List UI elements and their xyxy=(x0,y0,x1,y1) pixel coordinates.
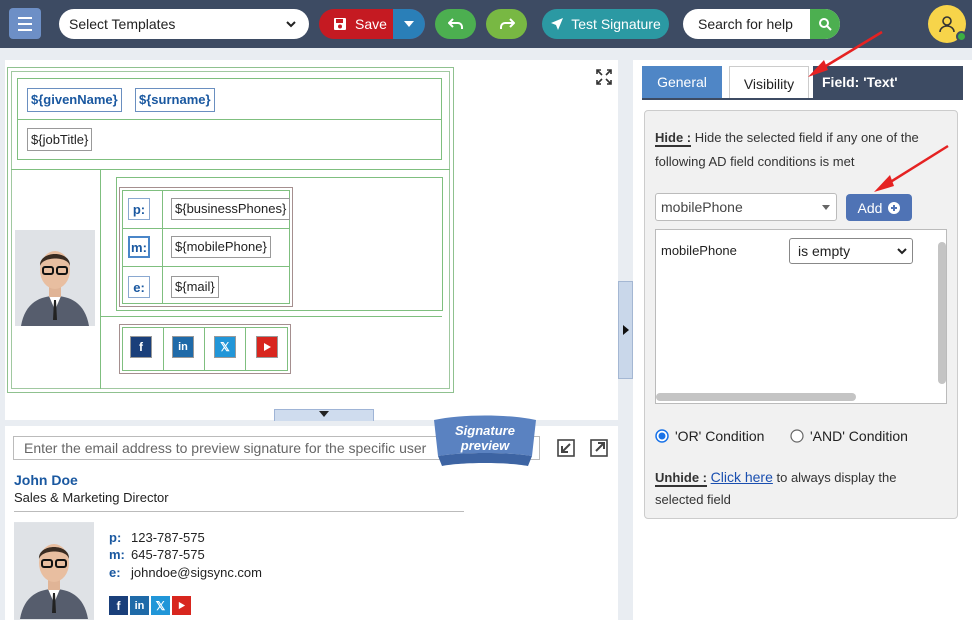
ribbon-line-1: Signature xyxy=(455,423,515,438)
divider xyxy=(204,327,205,371)
plus-circle-icon xyxy=(888,201,901,214)
linkedin-icon[interactable]: in xyxy=(172,336,194,358)
chevron-down-icon xyxy=(897,248,907,255)
preview-photo xyxy=(14,522,94,620)
caret-down-icon xyxy=(404,21,414,27)
divider xyxy=(11,169,450,170)
youtube-icon[interactable] xyxy=(172,596,191,615)
tab-general[interactable]: General xyxy=(642,66,722,98)
vertical-scrollbar[interactable] xyxy=(938,242,946,384)
help-search-input[interactable]: Search for help xyxy=(698,16,793,32)
divider xyxy=(163,327,164,371)
preview-mobile: 645-787-575 xyxy=(131,547,205,562)
linkedin-icon[interactable]: in xyxy=(130,596,149,615)
undo-icon xyxy=(447,18,463,29)
floppy-disk-icon xyxy=(334,18,346,30)
signature-preview-pane: Enter the email address to preview signa… xyxy=(5,415,618,620)
preview-name: John Doe xyxy=(14,472,78,488)
or-condition-label: 'OR' Condition xyxy=(675,428,765,444)
condition-operator-value: is empty xyxy=(798,243,851,259)
panel-collapse-handle[interactable] xyxy=(618,281,633,379)
divider xyxy=(162,190,163,304)
play-icon xyxy=(178,601,186,610)
preview-phone-label: p: xyxy=(109,530,122,545)
surname-field[interactable]: ${surname} xyxy=(135,88,215,112)
x-twitter-icon[interactable]: 𝕏 xyxy=(151,596,170,615)
and-condition-option[interactable]: 'AND' Condition xyxy=(790,428,908,444)
preview-mobile-label: m: xyxy=(109,547,125,562)
collapse-preview-toggle[interactable] xyxy=(274,409,374,421)
chevron-down-icon xyxy=(286,21,296,28)
test-signature-button[interactable]: Test Signature xyxy=(542,9,669,39)
save-button[interactable]: Save xyxy=(319,9,425,39)
phone-label[interactable]: p: xyxy=(128,198,150,220)
preview-email: johndoe@sigsync.com xyxy=(131,565,262,580)
and-condition-label: 'AND' Condition xyxy=(810,428,908,444)
radio-empty-icon[interactable] xyxy=(790,429,804,443)
test-signature-label: Test Signature xyxy=(571,16,661,32)
given-name-field[interactable]: ${givenName} xyxy=(27,88,122,112)
radio-selected-icon[interactable] xyxy=(655,429,669,443)
ad-field-select[interactable]: mobilePhone xyxy=(655,193,837,221)
redo-button[interactable] xyxy=(486,9,527,39)
template-select-value: Select Templates xyxy=(69,16,176,32)
facebook-icon[interactable]: f xyxy=(109,596,128,615)
condition-field: mobilePhone xyxy=(661,243,737,258)
preview-title: Sales & Marketing Director xyxy=(14,490,169,505)
youtube-icon[interactable] xyxy=(256,336,278,358)
redo-icon xyxy=(499,18,515,29)
arrow-to-add-button xyxy=(883,144,949,188)
ad-field-select-value: mobilePhone xyxy=(661,199,743,215)
caret-down-icon xyxy=(319,411,329,417)
divider xyxy=(100,170,101,389)
divider xyxy=(122,266,290,267)
paper-plane-icon xyxy=(551,18,564,30)
mobile-label[interactable]: m: xyxy=(128,236,150,258)
hide-label: Hide : xyxy=(655,130,692,147)
divider xyxy=(101,316,442,317)
undo-button[interactable] xyxy=(435,9,476,39)
signature-preview-ribbon: Signature preview xyxy=(432,414,538,472)
person-photo-icon xyxy=(14,523,94,619)
horizontal-scrollbar[interactable] xyxy=(656,393,856,401)
signature-editor: ${givenName} ${surname} ${jobTitle} p: $… xyxy=(5,60,618,421)
divider xyxy=(122,228,290,229)
person-photo-icon xyxy=(15,230,95,326)
condition-operator-select[interactable]: is empty xyxy=(789,238,913,264)
add-label: Add xyxy=(857,199,883,216)
conditions-list[interactable]: mobilePhone is empty xyxy=(655,229,947,404)
import-icon[interactable] xyxy=(556,438,576,458)
or-condition-option[interactable]: 'OR' Condition xyxy=(655,428,764,444)
arrow-head-icon xyxy=(808,60,828,77)
facebook-icon[interactable]: f xyxy=(130,336,152,358)
template-select[interactable]: Select Templates xyxy=(59,9,309,39)
preview-divider xyxy=(14,511,464,512)
open-external-icon[interactable] xyxy=(589,438,609,458)
job-title-field[interactable]: ${jobTitle} xyxy=(27,128,93,151)
preview-email-label: e: xyxy=(109,565,121,580)
play-icon xyxy=(264,343,271,351)
business-phones-field[interactable]: ${businessPhones} xyxy=(171,198,291,220)
divider xyxy=(245,327,246,371)
x-twitter-icon[interactable]: 𝕏 xyxy=(214,336,236,358)
expand-icon[interactable] xyxy=(595,68,613,86)
click-here-link[interactable]: Click here xyxy=(711,469,773,485)
save-label: Save xyxy=(355,16,387,32)
mobile-phone-field[interactable]: ${mobilePhone} xyxy=(171,236,271,258)
arrow-head-icon xyxy=(874,175,894,192)
save-dropdown-button[interactable] xyxy=(393,9,425,39)
annotation-arrows xyxy=(808,30,949,192)
email-label[interactable]: e: xyxy=(128,276,150,298)
add-condition-button[interactable]: Add xyxy=(846,194,912,221)
mail-field[interactable]: ${mail} xyxy=(171,276,219,298)
caret-right-icon xyxy=(622,325,629,335)
divider xyxy=(17,119,442,120)
caret-down-icon xyxy=(822,205,830,210)
unhide-label: Unhide : xyxy=(655,470,707,487)
profile-photo[interactable] xyxy=(15,230,95,326)
preview-phone: 123-787-575 xyxy=(131,530,205,545)
hamburger-menu-icon[interactable] xyxy=(9,8,41,39)
ribbon-line-2: preview xyxy=(460,438,510,453)
